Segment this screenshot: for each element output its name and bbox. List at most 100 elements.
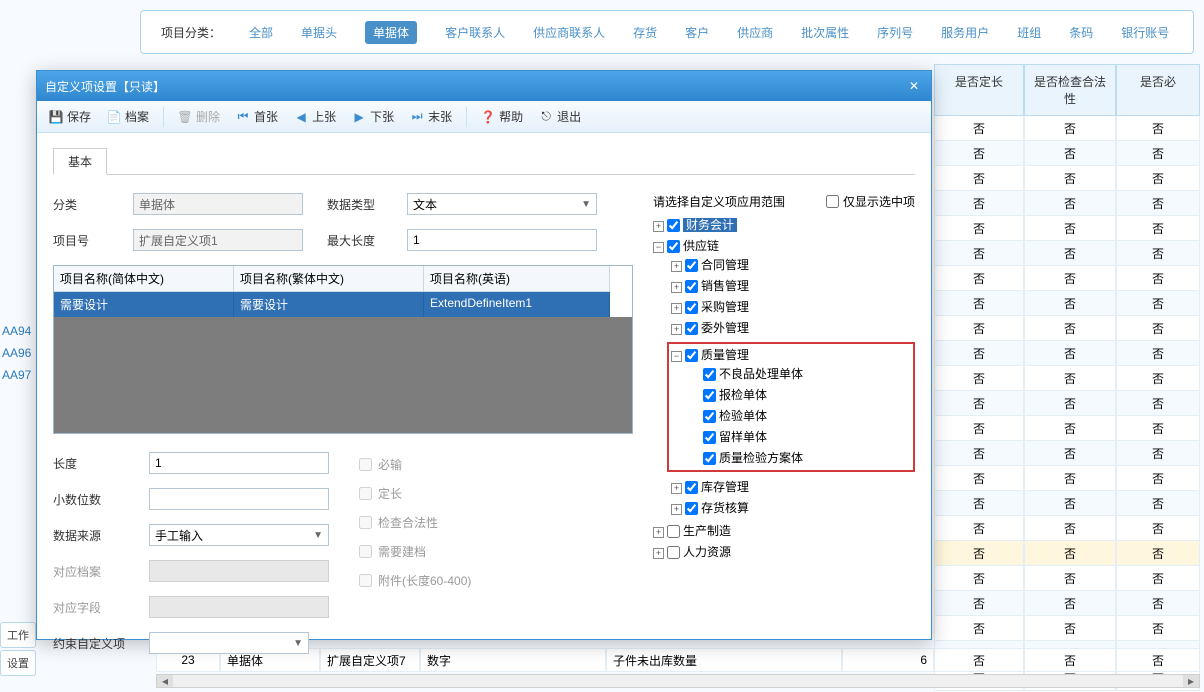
expand-icon[interactable]: + [671,282,682,293]
expand-icon[interactable]: + [671,483,682,494]
tree-node[interactable]: +财务会计 [653,214,915,235]
table-row[interactable]: 否否否 [934,316,1200,341]
expand-icon[interactable]: + [671,324,682,335]
expand-icon[interactable]: + [653,221,664,232]
filter-item[interactable]: 供应商 [737,24,773,41]
expand-icon[interactable]: + [671,303,682,314]
decimals-field[interactable] [149,488,329,510]
col-header[interactable]: 是否定长 [934,64,1024,116]
table-row[interactable]: 否否否 [934,616,1200,641]
table-row[interactable]: 需要设计 需要设计 ExtendDefineItem1 [54,292,632,317]
tree-node[interactable]: +库存管理 [671,476,915,497]
side-tab[interactable]: 设置 [0,650,36,676]
table-row[interactable]: 否否否 [934,191,1200,216]
data-type-select[interactable]: 文本▼ [407,193,597,215]
col-header[interactable]: 是否检查合法性 [1024,64,1116,116]
prev-button[interactable]: ◀上张 [288,106,342,127]
attachment-checkbox[interactable]: 附件(长度60-400) [359,572,471,589]
collapse-icon[interactable]: − [653,242,664,253]
fixed-len-checkbox[interactable]: 定长 [359,485,471,502]
first-button[interactable]: ⏮首张 [230,106,284,127]
side-link[interactable]: AA97 [0,364,33,386]
table-row[interactable]: 否否否 [934,416,1200,441]
table-row[interactable]: 否否否 [934,366,1200,391]
table-row[interactable]: 否否否 [934,491,1200,516]
filter-item[interactable]: 客户 [685,24,709,41]
cell[interactable]: 否 [1024,648,1116,672]
filter-item-active[interactable]: 单据体 [365,21,417,44]
filter-item[interactable]: 批次属性 [801,24,849,41]
tree-node[interactable]: +合同管理 [671,254,915,275]
expand-icon[interactable]: + [653,527,664,538]
tree-node[interactable]: +存货核算 [671,497,915,518]
required-checkbox[interactable]: 必输 [359,456,471,473]
table-row[interactable]: 否否否 [934,266,1200,291]
tree-leaf[interactable]: 不良品处理单体 [689,363,911,384]
constraint-select[interactable]: ▼ [149,632,309,654]
exit-button[interactable]: ⎋退出 [533,106,587,127]
table-row[interactable]: 否否否 [934,391,1200,416]
category-field[interactable] [133,193,303,215]
expand-icon[interactable]: + [653,548,664,559]
table-row[interactable]: 否否否 [934,541,1200,566]
table-row[interactable]: 否否否 [934,591,1200,616]
delete-button[interactable]: 🗑删除 [172,106,226,127]
table-row[interactable]: 否否否 [934,291,1200,316]
tree-node[interactable]: −质量管理 [671,346,911,363]
table-row[interactable]: 否否否 [934,566,1200,591]
tree-node[interactable]: +销售管理 [671,275,915,296]
side-tab[interactable]: 工作 [0,622,36,648]
tab-basic[interactable]: 基本 [53,148,107,175]
check-valid-checkbox[interactable]: 检查合法性 [359,514,471,531]
archive-button[interactable]: 📄档案 [101,106,155,127]
table-row[interactable]: 否否否 [934,441,1200,466]
col-header[interactable]: 是否必 [1116,64,1200,116]
cell[interactable]: 否 [1116,648,1200,672]
help-button[interactable]: ❓帮助 [475,106,529,127]
col-header[interactable]: 项目名称(英语) [424,266,610,292]
side-link[interactable]: AA96 [0,342,33,364]
data-source-select[interactable]: 手工输入▼ [149,524,329,546]
side-link[interactable]: AA94 [0,320,33,342]
dialog-titlebar[interactable]: 自定义项设置【只读】 ✕ [37,71,931,101]
filter-item[interactable]: 客户联系人 [445,24,505,41]
filter-item[interactable]: 供应商联系人 [533,24,605,41]
tree-leaf[interactable]: 报检单体 [689,384,911,405]
tree-node[interactable]: +生产制造 [653,520,915,541]
table-row[interactable]: 否否否 [934,466,1200,491]
scroll-right-icon[interactable]: ▸ [1183,675,1199,687]
filter-item[interactable]: 序列号 [877,24,913,41]
tree-node[interactable]: +委外管理 [671,317,915,338]
save-button[interactable]: 💾保存 [43,106,97,127]
length-field[interactable] [149,452,329,474]
expand-icon[interactable]: + [671,504,682,515]
filter-item[interactable]: 服务用户 [941,24,989,41]
filter-item[interactable]: 班组 [1017,24,1041,41]
next-button[interactable]: ▶下张 [346,106,400,127]
table-row[interactable]: 否否否 [934,516,1200,541]
table-row[interactable]: 否否否 [934,166,1200,191]
tree-leaf[interactable]: 检验单体 [689,405,911,426]
last-button[interactable]: ⏭末张 [404,106,458,127]
close-icon[interactable]: ✕ [905,77,923,95]
table-row[interactable]: 否否否 [934,116,1200,141]
table-row[interactable]: 否否否 [934,341,1200,366]
tree-leaf[interactable]: 留样单体 [689,426,911,447]
tree-leaf[interactable]: 质量检验方案体 [689,447,911,468]
max-len-field[interactable] [407,229,597,251]
scroll-left-icon[interactable]: ◂ [157,675,173,687]
scope-tree[interactable]: +财务会计 −供应链 +合同管理 +销售管理 +采购管理 +委外管理 −质量管理 [653,214,915,644]
item-no-field[interactable] [133,229,303,251]
filter-item[interactable]: 条码 [1069,24,1093,41]
col-header[interactable]: 项目名称(繁体中文) [234,266,424,292]
only-selected-checkbox[interactable]: 仅显示选中项 [826,193,915,210]
table-row[interactable]: 否否否 [934,241,1200,266]
tree-node[interactable]: +人力资源 [653,541,915,562]
horizontal-scrollbar[interactable]: ◂ ▸ [156,674,1200,688]
expand-icon[interactable]: + [671,261,682,272]
table-row[interactable]: 否否否 [934,216,1200,241]
filter-item[interactable]: 单据头 [301,24,337,41]
collapse-icon[interactable]: − [671,351,682,362]
tree-node[interactable]: −供应链 +合同管理 +销售管理 +采购管理 +委外管理 −质量管理 [653,235,915,520]
tree-node[interactable]: +采购管理 [671,296,915,317]
